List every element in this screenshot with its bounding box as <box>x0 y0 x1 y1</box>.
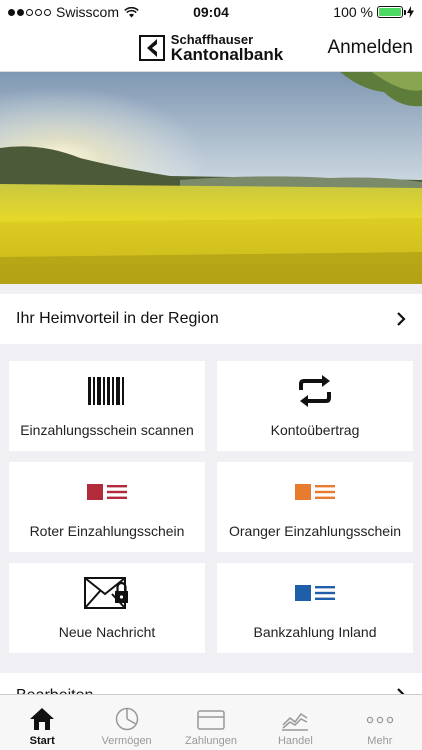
trend-chart-icon <box>282 712 309 731</box>
battery-percent: 100 % <box>333 4 373 20</box>
more-icon <box>366 716 394 724</box>
tile-label: Bankzahlung Inland <box>253 624 377 640</box>
orange-slip-tile[interactable]: Oranger Einzahlungsschein <box>217 462 413 552</box>
barcode-icon <box>88 374 126 408</box>
new-message-tile[interactable]: Neue Nachricht <box>9 563 205 653</box>
battery-info: 100 % <box>333 4 414 20</box>
card-icon <box>197 710 225 730</box>
secure-mail-icon <box>84 576 130 610</box>
tile-label: Neue Nachricht <box>58 624 156 640</box>
region-benefit-row[interactable]: Ihr Heimvorteil in der Region <box>0 294 422 344</box>
logo-chevron-icon <box>138 34 165 61</box>
tile-label: Oranger Einzahlungsschein <box>229 523 401 539</box>
status-bar: Swisscom 09:04 100 % <box>0 0 422 24</box>
bank-payment-tile[interactable]: Bankzahlung Inland <box>217 563 413 653</box>
logo-line-1: Schaffhauser <box>170 31 254 47</box>
bank-payment-icon <box>295 576 335 610</box>
pie-chart-icon <box>115 707 138 731</box>
tab-label: Start <box>29 735 55 747</box>
tab-zahlungen[interactable]: Zahlungen <box>169 695 253 750</box>
tab-label: Vermögen <box>101 735 152 747</box>
tab-vermoegen[interactable]: Vermögen <box>84 695 168 750</box>
red-slip-icon <box>87 475 127 509</box>
tab-handel[interactable]: Handel <box>253 695 337 750</box>
tile-label: Roter Einzahlungsschein <box>29 523 185 539</box>
orange-slip-icon <box>295 475 335 509</box>
tab-mehr[interactable]: Mehr <box>338 695 422 750</box>
charging-icon <box>407 6 414 18</box>
tile-label: Kontoübertrag <box>270 422 360 438</box>
transfer-icon <box>296 374 334 408</box>
red-slip-tile[interactable]: Roter Einzahlungsschein <box>9 462 205 552</box>
carrier-name: Swisscom <box>56 4 120 20</box>
battery-icon <box>377 6 406 18</box>
login-button[interactable]: Anmelden <box>327 37 413 59</box>
logo-line-2: Kantonalbank <box>170 44 284 64</box>
home-icon <box>30 708 55 730</box>
tab-label: Zahlungen <box>185 735 238 747</box>
quick-action-grid: Einzahlungsschein scannen Kontoübertrag … <box>9 361 413 653</box>
tab-start[interactable]: Start <box>0 695 84 750</box>
tab-label: Mehr <box>367 735 393 747</box>
tab-label: Handel <box>277 735 313 747</box>
wifi-icon <box>124 6 139 17</box>
scan-slip-tile[interactable]: Einzahlungsschein scannen <box>9 361 205 451</box>
tab-bar: Start Vermögen Zahlungen Handel Mehr <box>0 694 422 750</box>
hero-image <box>0 72 422 284</box>
signal-strength-icon <box>8 8 51 16</box>
tile-label: Einzahlungsschein scannen <box>20 422 194 438</box>
carrier-info: Swisscom <box>8 4 139 20</box>
account-transfer-tile[interactable]: Kontoübertrag <box>217 361 413 451</box>
region-benefit-label: Ihr Heimvorteil in der Region <box>16 310 219 327</box>
bank-logo: Schaffhauser Kantonalbank <box>138 31 284 64</box>
chevron-right-icon <box>397 312 406 326</box>
app-header: Schaffhauser Kantonalbank Anmelden <box>0 24 422 72</box>
